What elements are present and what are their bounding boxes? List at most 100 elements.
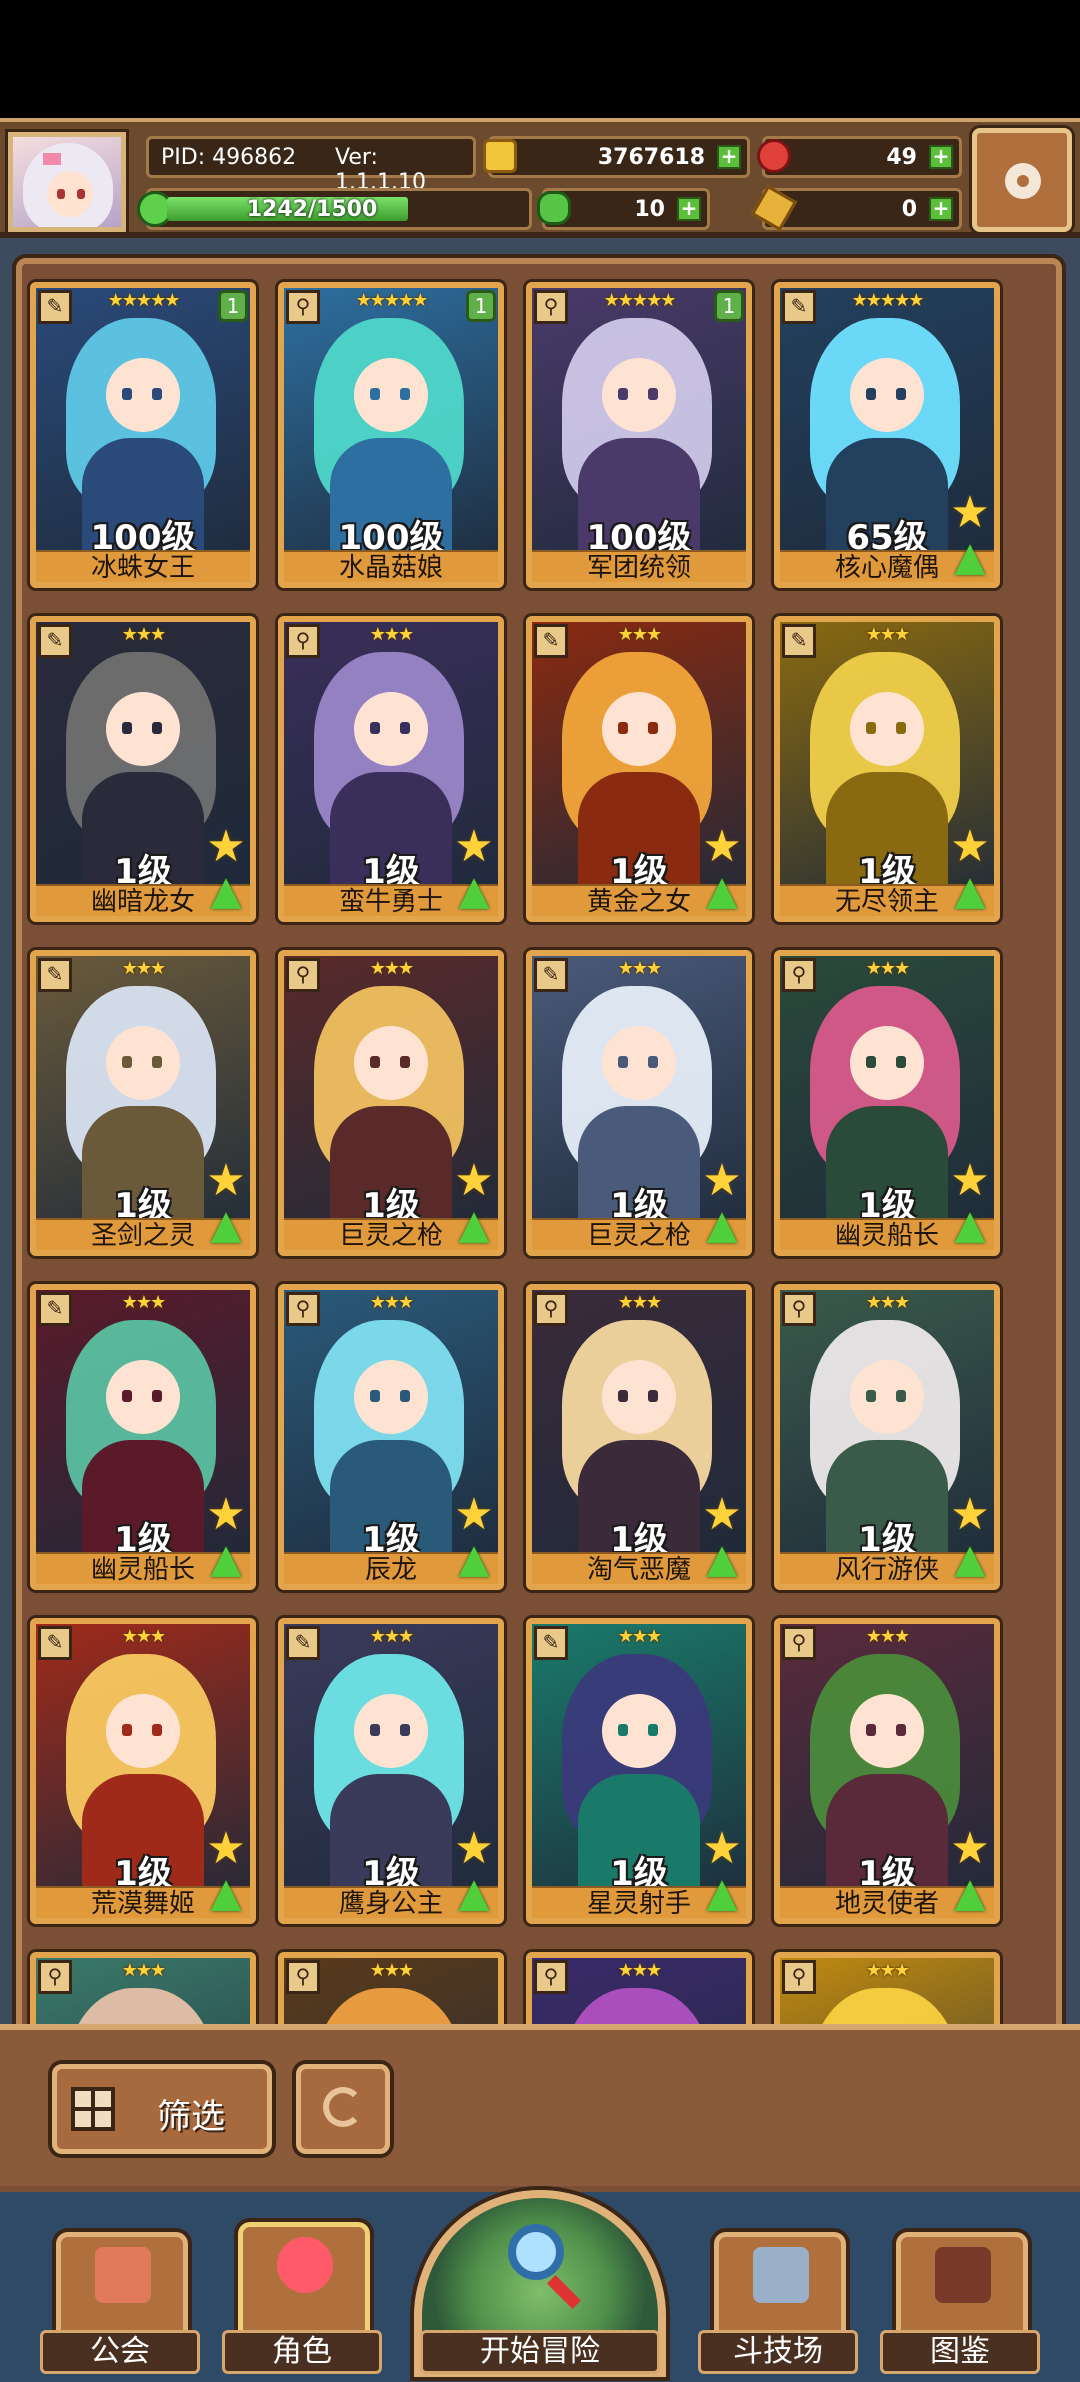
- hero-card[interactable]: ★★★ ✎ 1级 圣剑之灵 ★ ▲: [30, 950, 256, 1256]
- star-upgrade-icon[interactable]: ★: [204, 1827, 248, 1871]
- gold-bar: 3767618 +: [483, 136, 750, 178]
- star-upgrade-icon[interactable]: ★: [948, 1493, 992, 1537]
- hero-name: 军团统领: [532, 550, 746, 582]
- star-upgrade-icon[interactable]: ★: [452, 1827, 496, 1871]
- level-up-arrow-icon[interactable]: ▲: [452, 1205, 496, 1246]
- hero-type-icon: ⚲: [782, 958, 816, 992]
- hero-card[interactable]: ★★★ ✎ 1级 黄金之女 ★ ▲: [526, 616, 752, 922]
- level-up-arrow-icon[interactable]: ▲: [948, 1873, 992, 1914]
- crossed-swords-icon: [753, 2247, 809, 2303]
- hero-type-icon: ✎: [38, 290, 72, 324]
- hero-card[interactable]: ★★★ ⚲ 1级 地灵使者 ★ ▲: [774, 1618, 1000, 1924]
- hero-type-icon: ✎: [38, 1626, 72, 1660]
- hero-card[interactable]: ★★★ ⚲ 1级 蛮牛勇士 ★ ▲: [278, 616, 504, 922]
- hero-card[interactable]: ★★★ ⚲ 1级 辰龙 ★ ▲: [278, 1284, 504, 1590]
- level-up-arrow-icon[interactable]: ▲: [700, 1539, 744, 1580]
- hero-type-icon: ⚲: [534, 1960, 568, 1994]
- hero-card[interactable]: ★★★★★ ✎ 1 100级 冰蛛女王: [30, 282, 256, 588]
- reset-button[interactable]: [296, 2064, 390, 2154]
- hero-card[interactable]: ★★★ ⚲ 1级 风行游侠 ★ ▲: [774, 1284, 1000, 1590]
- hero-type-icon: ✎: [38, 1292, 72, 1326]
- star-upgrade-icon[interactable]: ★: [452, 1493, 496, 1537]
- level-up-arrow-icon[interactable]: ▲: [204, 1873, 248, 1914]
- hero-type-icon: ⚲: [286, 624, 320, 658]
- level-up-arrow-icon[interactable]: ▲: [204, 1539, 248, 1580]
- star-upgrade-icon[interactable]: ★: [204, 825, 248, 869]
- hero-card[interactable]: ★★★ ✎ 1级 鹰身公主 ★ ▲: [278, 1618, 504, 1924]
- status-bar: [0, 0, 1080, 118]
- refresh-icon: [323, 2087, 363, 2127]
- hero-type-icon: ✎: [286, 1626, 320, 1660]
- main-area: ★★★★★ ✎ 1 100级 冰蛛女王 ★★★★★ ⚲ 1 100级 水晶菇娘 ★★★★★ ⚲ 1 100…: [0, 238, 1080, 2258]
- top-header: PID: 496862 Ver: 1.1.1.10 3767618 + 49 +…: [0, 118, 1080, 238]
- hero-type-icon: ⚲: [286, 958, 320, 992]
- nav-arena-label: 斗技场: [698, 2330, 858, 2374]
- hero-card[interactable]: ★★★★★ ⚲ 1 100级 军团统领: [526, 282, 752, 588]
- character-face-icon: [277, 2237, 333, 2293]
- star-upgrade-icon[interactable]: ★: [948, 1827, 992, 1871]
- level-up-arrow-icon[interactable]: ▲: [452, 871, 496, 912]
- add-key-button[interactable]: +: [929, 197, 953, 221]
- star-upgrade-icon[interactable]: ★: [700, 1827, 744, 1871]
- hero-card[interactable]: ★★★★★ ⚲ 1 100级 水晶菇娘: [278, 282, 504, 588]
- player-avatar[interactable]: [8, 132, 126, 232]
- hero-type-icon: ✎: [38, 958, 72, 992]
- level-up-arrow-icon[interactable]: ▲: [700, 1205, 744, 1246]
- hero-type-icon: ⚲: [534, 290, 568, 324]
- add-gem-button[interactable]: +: [929, 145, 953, 169]
- level-up-arrow-icon[interactable]: ▲: [700, 1873, 744, 1914]
- star-upgrade-icon[interactable]: ★: [204, 1159, 248, 1203]
- level-up-arrow-icon[interactable]: ▲: [204, 1205, 248, 1246]
- nav-role-button[interactable]: [238, 2222, 370, 2340]
- gear-icon: [1005, 163, 1041, 199]
- hero-card[interactable]: ★★★ ✎ 1级 星灵射手 ★ ▲: [526, 1618, 752, 1924]
- star-upgrade-icon[interactable]: ★: [948, 491, 992, 535]
- hero-type-icon: ✎: [782, 624, 816, 658]
- star-upgrade-icon[interactable]: ★: [204, 1493, 248, 1537]
- hero-type-icon: ✎: [534, 1626, 568, 1660]
- level-up-arrow-icon[interactable]: ▲: [452, 1539, 496, 1580]
- add-gold-button[interactable]: +: [717, 145, 741, 169]
- start-adventure-label: 开始冒险: [420, 2330, 660, 2374]
- star-upgrade-icon[interactable]: ★: [948, 825, 992, 869]
- star-upgrade-icon[interactable]: ★: [700, 1159, 744, 1203]
- hero-card[interactable]: ★★★ ✎ 1级 巨灵之枪 ★ ▲: [526, 950, 752, 1256]
- star-upgrade-icon[interactable]: ★: [452, 825, 496, 869]
- hero-card[interactable]: ★★★ ⚲ 1级 巨灵之枪 ★ ▲: [278, 950, 504, 1256]
- hero-type-icon: ⚲: [782, 1626, 816, 1660]
- level-up-arrow-icon[interactable]: ▲: [204, 871, 248, 912]
- filter-button[interactable]: 筛选: [52, 2064, 272, 2154]
- level-up-arrow-icon[interactable]: ▲: [948, 537, 992, 578]
- level-up-arrow-icon[interactable]: ▲: [948, 871, 992, 912]
- add-clover-button[interactable]: +: [677, 197, 701, 221]
- hero-type-icon: ⚲: [286, 290, 320, 324]
- star-upgrade-icon[interactable]: ★: [452, 1159, 496, 1203]
- level-up-arrow-icon[interactable]: ▲: [700, 871, 744, 912]
- star-upgrade-icon[interactable]: ★: [700, 825, 744, 869]
- notification-badge: 1: [714, 290, 744, 322]
- hero-card[interactable]: ★★★ ✎ 1级 幽灵船长 ★ ▲: [30, 1284, 256, 1590]
- hero-name: 冰蛛女王: [36, 550, 250, 582]
- settings-button[interactable]: [972, 128, 1072, 232]
- notification-badge: 1: [218, 290, 248, 322]
- star-upgrade-icon[interactable]: ★: [700, 1493, 744, 1537]
- hero-card[interactable]: ★★★★★ ✎ 65级 核心魔偶 ★ ▲: [774, 282, 1000, 588]
- nav-codex-label: 图鉴: [880, 2330, 1040, 2374]
- book-icon: [935, 2247, 991, 2303]
- clover-amount: 10: [634, 197, 665, 222]
- hero-card[interactable]: ★★★ ⚲ 1级 幽灵船长 ★ ▲: [774, 950, 1000, 1256]
- level-up-arrow-icon[interactable]: ▲: [452, 1873, 496, 1914]
- hero-card[interactable]: ★★★ ✎ 1级 幽暗龙女 ★ ▲: [30, 616, 256, 922]
- guild-house-icon: [95, 2247, 151, 2303]
- level-up-arrow-icon[interactable]: ▲: [948, 1205, 992, 1246]
- hero-card[interactable]: ★★★ ✎ 1级 无尽领主 ★ ▲: [774, 616, 1000, 922]
- hero-type-icon: ✎: [38, 624, 72, 658]
- hero-card[interactable]: ★★★ ⚲ 1级 淘气恶魔 ★ ▲: [526, 1284, 752, 1590]
- hero-type-icon: ⚲: [38, 1960, 72, 1994]
- hero-name: 水晶菇娘: [284, 550, 498, 582]
- hero-type-icon: ⚲: [286, 1292, 320, 1326]
- level-up-arrow-icon[interactable]: ▲: [948, 1539, 992, 1580]
- hero-card[interactable]: ★★★ ✎ 1级 荒漠舞姬 ★ ▲: [30, 1618, 256, 1924]
- nav-role-label: 角色: [222, 2330, 382, 2374]
- star-upgrade-icon[interactable]: ★: [948, 1159, 992, 1203]
